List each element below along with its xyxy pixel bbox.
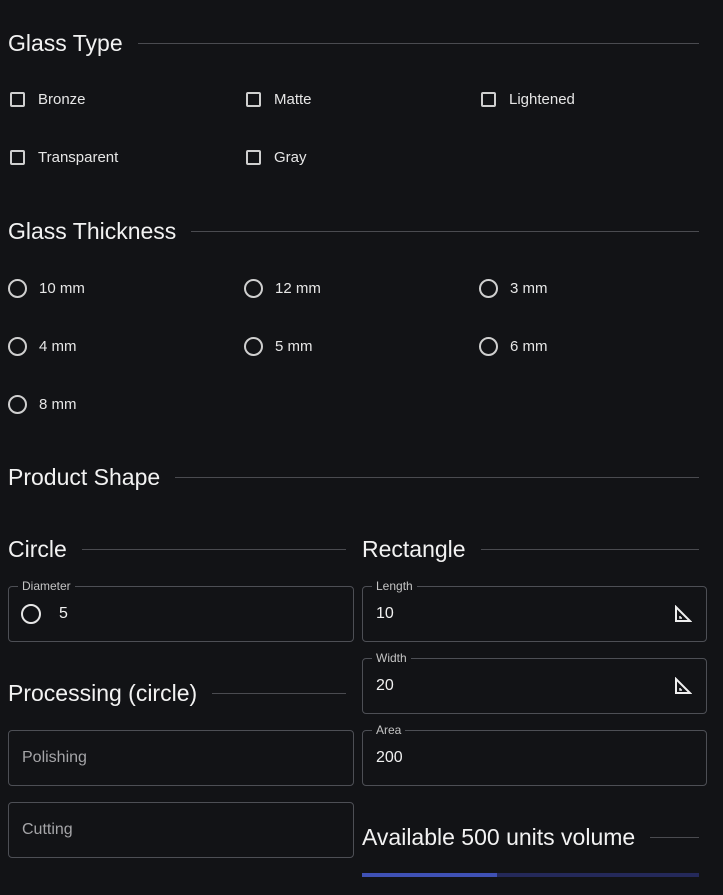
set-square-icon: [675, 677, 692, 694]
set-square-icon: [675, 605, 692, 622]
checkbox-bronze[interactable]: Bronze: [10, 91, 86, 108]
area-label: Area: [372, 723, 406, 737]
diameter-value: 5: [59, 605, 68, 622]
availability-progress-bar: [362, 873, 699, 877]
radio-6mm[interactable]: 6 mm: [479, 337, 548, 356]
rectangle-heading: Rectangle: [362, 536, 699, 563]
divider: [650, 837, 699, 838]
glass-type-heading: Glass Type: [8, 30, 699, 57]
radio-label: 5 mm: [275, 338, 313, 355]
checkbox-label: Matte: [274, 91, 312, 108]
radio-label: 3 mm: [510, 280, 548, 297]
radio-icon: [479, 337, 498, 356]
radio-label: 12 mm: [275, 280, 321, 297]
divider: [480, 549, 699, 550]
polishing-placeholder: Polishing: [22, 749, 87, 766]
checkbox-lightened[interactable]: Lightened: [481, 91, 575, 108]
radio-label: 4 mm: [39, 338, 77, 355]
checkbox-icon: [246, 150, 261, 165]
checkbox-label: Gray: [274, 149, 307, 166]
width-label: Width: [372, 651, 411, 665]
radio-icon: [479, 279, 498, 298]
radio-icon: [8, 395, 27, 414]
polishing-input[interactable]: Polishing: [8, 730, 354, 786]
divider: [175, 477, 699, 478]
width-value: 20: [376, 677, 394, 694]
area-value: 200: [376, 749, 403, 766]
cutting-placeholder: Cutting: [22, 821, 73, 838]
width-field[interactable]: Width 20: [362, 651, 707, 714]
diameter-field[interactable]: Diameter 5: [8, 579, 354, 642]
radio-5mm[interactable]: 5 mm: [244, 337, 313, 356]
checkbox-gray[interactable]: Gray: [246, 149, 307, 166]
availability-heading: Available 500 units volume: [362, 824, 699, 851]
length-label: Length: [372, 579, 417, 593]
radio-icon: [8, 337, 27, 356]
checkbox-label: Lightened: [509, 91, 575, 108]
divider: [212, 693, 346, 694]
radio-label: 6 mm: [510, 338, 548, 355]
circle-title: Circle: [8, 536, 67, 562]
checkbox-icon: [10, 92, 25, 107]
processing-heading: Processing (circle): [8, 680, 346, 707]
checkbox-label: Transparent: [38, 149, 119, 166]
divider: [191, 231, 699, 232]
area-field[interactable]: Area 200: [362, 723, 707, 786]
cutting-input[interactable]: Cutting: [8, 802, 354, 858]
radio-3mm[interactable]: 3 mm: [479, 279, 548, 298]
radio-icon: [8, 279, 27, 298]
processing-title: Processing (circle): [8, 680, 198, 706]
length-field[interactable]: Length 10: [362, 579, 707, 642]
radio-icon: [244, 337, 263, 356]
length-value: 10: [376, 605, 394, 622]
radio-10mm[interactable]: 10 mm: [8, 279, 85, 298]
checkbox-icon: [10, 150, 25, 165]
checkbox-icon: [246, 92, 261, 107]
diameter-label: Diameter: [18, 579, 75, 593]
radio-12mm[interactable]: 12 mm: [244, 279, 321, 298]
checkbox-matte[interactable]: Matte: [246, 91, 312, 108]
radio-8mm[interactable]: 8 mm: [8, 395, 77, 414]
checkbox-transparent[interactable]: Transparent: [10, 149, 118, 166]
checkbox-icon: [481, 92, 496, 107]
glass-thickness-heading: Glass Thickness: [8, 218, 699, 245]
product-shape-heading: Product Shape: [8, 464, 699, 491]
radio-icon: [244, 279, 263, 298]
circle-heading: Circle: [8, 536, 346, 563]
rectangle-title: Rectangle: [362, 536, 466, 562]
radio-4mm[interactable]: 4 mm: [8, 337, 77, 356]
radio-label: 8 mm: [39, 396, 77, 413]
glass-thickness-title: Glass Thickness: [8, 218, 177, 244]
divider: [81, 549, 346, 550]
availability-title: Available 500 units volume: [362, 824, 636, 850]
radio-label: 10 mm: [39, 280, 85, 297]
divider: [137, 43, 699, 44]
availability-progress-fill: [362, 873, 497, 877]
checkbox-label: Bronze: [38, 91, 86, 108]
circle-outline-icon: [21, 604, 41, 624]
product-shape-title: Product Shape: [8, 464, 161, 490]
glass-type-title: Glass Type: [8, 30, 123, 56]
